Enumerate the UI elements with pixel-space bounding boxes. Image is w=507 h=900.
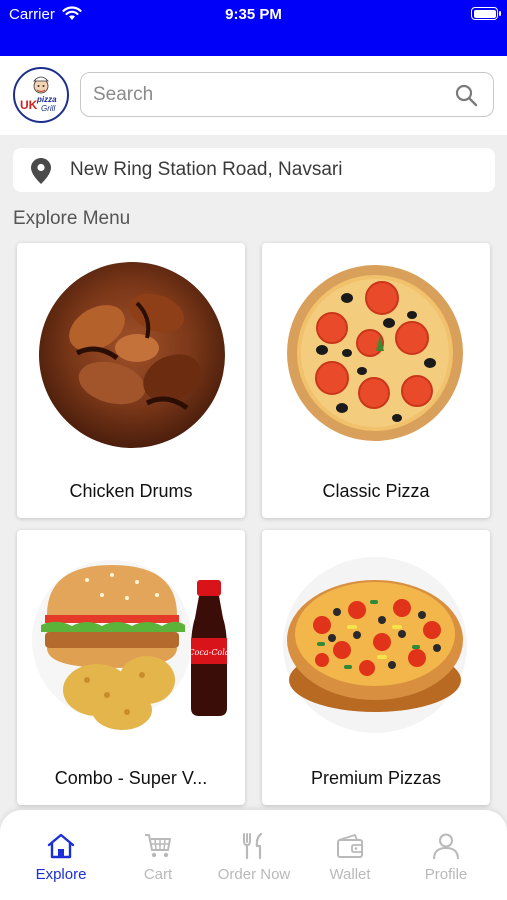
section-title: Explore Menu bbox=[13, 208, 131, 229]
wallet-icon bbox=[300, 830, 400, 860]
menu-card-label: Chicken Drums bbox=[69, 481, 193, 501]
tab-label: Explore bbox=[35, 866, 87, 883]
menu-card-classic-pizza[interactable]: Classic Pizza bbox=[262, 243, 490, 518]
battery-tip bbox=[499, 11, 501, 16]
combo-image: Coca-Cola bbox=[17, 530, 245, 750]
svg-text:Coca-Cola: Coca-Cola bbox=[188, 648, 229, 657]
menu-card-combo[interactable]: Coca-Cola Combo - Super V... bbox=[17, 530, 245, 805]
bottom-tab-bar: Explore Cart Order Now Wallet Profile bbox=[0, 810, 507, 900]
search-icon[interactable] bbox=[454, 83, 478, 112]
location-address: New Ring Station Road, Navsari bbox=[70, 159, 343, 180]
tab-order-now[interactable]: Order Now bbox=[204, 830, 304, 890]
tab-explore[interactable]: Explore bbox=[11, 830, 111, 890]
menu-card-label: Premium Pizzas bbox=[310, 768, 442, 788]
classic-pizza-image bbox=[262, 243, 490, 463]
menu-card-label: Combo - Super V... bbox=[54, 768, 208, 788]
brand-logo[interactable]: UK pizza Grill bbox=[13, 67, 69, 123]
location-pin-icon bbox=[31, 158, 51, 189]
tab-profile[interactable]: Profile bbox=[396, 830, 496, 890]
menu-card-premium-pizzas[interactable]: Premium Pizzas bbox=[262, 530, 490, 805]
location-selector[interactable]: New Ring Station Road, Navsari bbox=[13, 148, 495, 192]
search-bar[interactable] bbox=[80, 72, 494, 117]
person-icon bbox=[396, 830, 496, 860]
premium-pizzas-image bbox=[262, 530, 490, 750]
clock: 9:35 PM bbox=[225, 6, 282, 23]
search-input[interactable] bbox=[93, 73, 453, 116]
tab-label: Order Now bbox=[217, 866, 291, 883]
menu-card-chicken-drums[interactable]: Chicken Drums bbox=[17, 243, 245, 518]
status-bar: Carrier 9:35 PM bbox=[0, 0, 507, 56]
tab-label: Wallet bbox=[329, 866, 371, 883]
home-icon bbox=[11, 830, 111, 860]
cart-icon bbox=[108, 830, 208, 860]
svg-text:Grill: Grill bbox=[41, 104, 55, 113]
tab-label: Profile bbox=[424, 866, 468, 883]
tab-cart[interactable]: Cart bbox=[108, 830, 208, 890]
svg-text:pizza: pizza bbox=[36, 95, 57, 104]
fork-knife-icon bbox=[204, 830, 304, 860]
menu-card-label: Classic Pizza bbox=[322, 481, 430, 501]
tab-label: Cart bbox=[143, 866, 173, 883]
battery-icon bbox=[471, 7, 498, 20]
tab-wallet[interactable]: Wallet bbox=[300, 830, 400, 890]
svg-text:UK: UK bbox=[20, 98, 38, 112]
header: UK pizza Grill bbox=[0, 56, 507, 135]
chicken-drums-image bbox=[17, 243, 245, 463]
